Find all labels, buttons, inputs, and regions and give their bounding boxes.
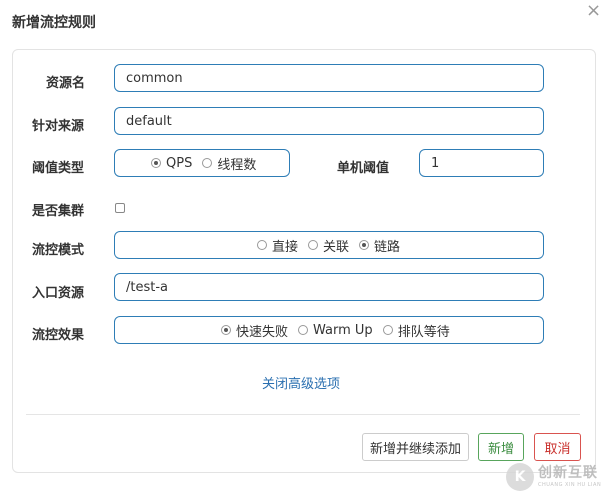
radio-checked-icon[interactable] — [221, 325, 231, 335]
close-advanced-options-link[interactable]: 关闭高级选项 — [262, 373, 340, 392]
control-behavior-label: 流控效果 — [32, 328, 85, 343]
cluster-label: 是否集群 — [32, 204, 85, 219]
cluster-checkbox[interactable] — [115, 203, 125, 213]
strategy-option-relate[interactable]: 关联 — [308, 236, 349, 255]
behavior-option-label: Warm Up — [313, 322, 373, 338]
radio-unchecked-icon[interactable] — [298, 325, 309, 335]
ref-resource-label: 入口资源 — [32, 286, 85, 301]
behavior-option-label: 快速失败 — [236, 324, 289, 340]
grade-option-label: QPS — [166, 155, 193, 171]
radio-checked-icon[interactable] — [359, 240, 370, 250]
strategy-radio-group: 直接 关联 链路 — [114, 231, 544, 259]
limit-app-input[interactable] — [114, 107, 544, 135]
limit-app-label: 针对来源 — [32, 119, 85, 134]
grade-option-label: 线程数 — [217, 157, 257, 173]
radio-unchecked-icon[interactable] — [382, 325, 393, 335]
close-icon[interactable]: × — [586, 2, 601, 20]
resource-label: 资源名 — [46, 76, 86, 91]
behavior-option-warm-up[interactable]: Warm Up — [298, 323, 373, 338]
watermark-main-text: 创新互联 — [538, 465, 598, 481]
behavior-option-queue[interactable]: 排队等待 — [382, 321, 450, 340]
strategy-option-label: 链路 — [374, 239, 401, 255]
strategy-option-label: 关联 — [323, 239, 350, 255]
footer-divider — [26, 414, 580, 415]
control-behavior-radio-group: 快速失败 Warm Up 排队等待 — [114, 316, 544, 344]
behavior-option-fast-fail[interactable]: 快速失败 — [221, 321, 288, 340]
strategy-label: 流控模式 — [32, 243, 85, 258]
strategy-option-label: 直接 — [272, 239, 299, 255]
strategy-option-chain[interactable]: 链路 — [359, 236, 400, 255]
add-and-continue-button[interactable]: 新增并继续添加 — [362, 433, 469, 461]
radio-checked-icon[interactable] — [151, 158, 161, 168]
radio-unchecked-icon[interactable] — [308, 240, 319, 250]
threshold-input[interactable] — [419, 149, 544, 177]
grade-option-qps[interactable]: QPS — [151, 156, 192, 171]
grade-label: 阈值类型 — [32, 161, 85, 176]
threshold-label: 单机阈值 — [337, 161, 390, 176]
watermark-sub-text: CHUANG XIN HU LIAN — [538, 482, 602, 488]
watermark-logo-icon: K — [506, 463, 534, 491]
cancel-button[interactable]: 取消 — [534, 433, 581, 461]
resource-input[interactable] — [114, 64, 544, 92]
grade-option-thread[interactable]: 线程数 — [202, 154, 256, 173]
radio-unchecked-icon[interactable] — [257, 240, 267, 250]
watermark-text: 创新互联 CHUANG XIN HU LIAN — [538, 466, 601, 488]
dialog-title: 新增流控规则 — [12, 15, 96, 31]
watermark: K 创新互联 CHUANG XIN HU LIAN — [506, 458, 608, 496]
radio-unchecked-icon[interactable] — [202, 158, 213, 168]
grade-radio-group: QPS 线程数 — [114, 149, 290, 177]
behavior-option-label: 排队等待 — [397, 324, 450, 340]
strategy-option-direct[interactable]: 直接 — [257, 236, 298, 255]
add-button[interactable]: 新增 — [478, 433, 524, 461]
ref-resource-input[interactable] — [114, 273, 544, 301]
